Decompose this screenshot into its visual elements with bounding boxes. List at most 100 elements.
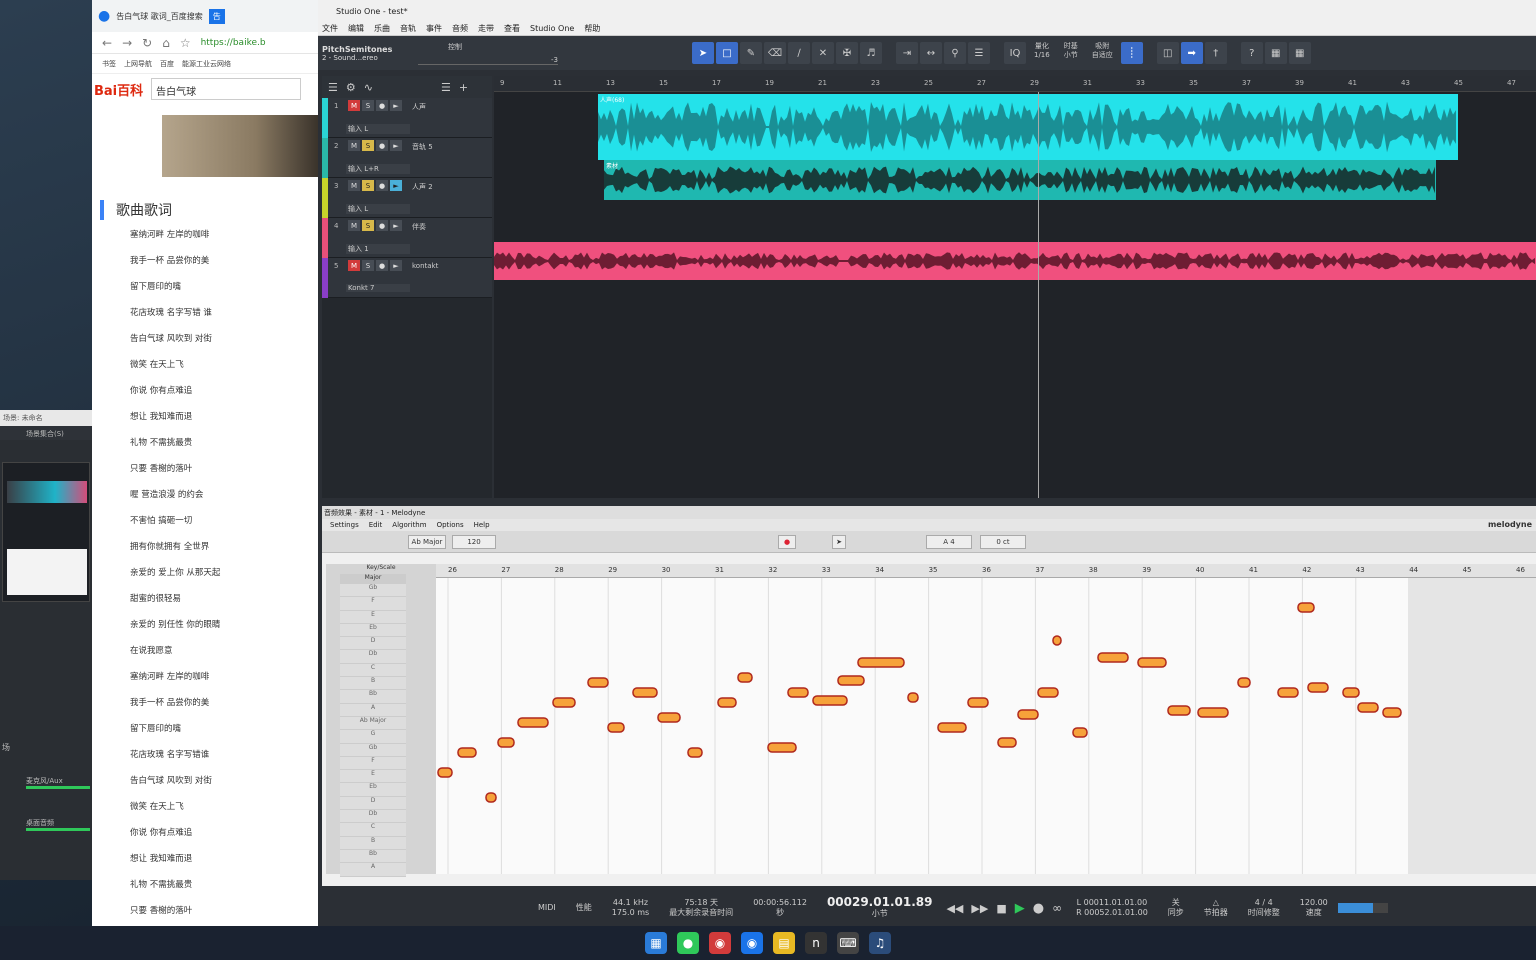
terminal-icon[interactable]: ⌨ xyxy=(837,932,859,954)
note-blob[interactable] xyxy=(687,747,703,758)
position-display[interactable]: 00029.01.01.89 小节 xyxy=(827,896,933,919)
note-blob[interactable] xyxy=(907,692,919,703)
folder-icon[interactable]: ▤ xyxy=(773,932,795,954)
note-blob[interactable] xyxy=(937,722,967,733)
track-header[interactable]: 3 M S ● ► 人声 2 输入 L xyxy=(322,178,492,218)
forward-icon[interactable]: ▶▶ xyxy=(971,902,988,915)
browser-icon[interactable]: ◉ xyxy=(741,932,763,954)
list-icon[interactable]: ☰ xyxy=(441,81,451,94)
key-row[interactable]: F xyxy=(340,597,406,611)
forward-icon[interactable]: → xyxy=(122,36,132,50)
note-blob[interactable] xyxy=(1342,687,1360,698)
stop-icon[interactable]: ■ xyxy=(996,902,1006,915)
monitor-button[interactable]: ► xyxy=(390,260,402,271)
note-blob[interactable] xyxy=(1237,677,1251,688)
bookmark-item[interactable]: 书签 xyxy=(102,59,116,69)
home-icon[interactable]: ⌂ xyxy=(162,36,170,50)
listen-tool-icon[interactable]: ♬ xyxy=(860,42,882,64)
record-arm-button[interactable]: ● xyxy=(376,220,388,231)
note-blob[interactable] xyxy=(967,697,989,708)
paint-tool-icon[interactable]: ∕ xyxy=(788,42,810,64)
baike-search-input[interactable]: 告白气球 xyxy=(151,78,302,100)
key-row[interactable]: A xyxy=(340,863,406,877)
star-icon[interactable]: ☆ xyxy=(180,36,191,50)
track-input[interactable]: Konkt 7 xyxy=(346,284,410,292)
note-blob[interactable] xyxy=(437,767,453,778)
track-header[interactable]: 1 M S ● ► 人声 输入 L xyxy=(322,98,492,138)
arrange-ruler[interactable]: 9 11 13 15 17 19 21 23 25 27 29 31 33 35 37 39 41 43 45 47 xyxy=(494,76,1536,92)
tempo-display[interactable]: 120.00 速度 xyxy=(1300,898,1328,918)
s1-menu-item[interactable]: 查看 xyxy=(504,23,520,34)
s1-menu-item[interactable]: 音轨 xyxy=(400,23,416,34)
url-field[interactable]: https://baike.b xyxy=(201,38,266,48)
note-blob[interactable] xyxy=(497,737,515,748)
clip-material[interactable]: 素材 xyxy=(604,160,1436,200)
mute-button[interactable]: M xyxy=(348,100,360,111)
note-blob[interactable] xyxy=(485,792,497,803)
mute-tool-icon[interactable]: ✕ xyxy=(812,42,834,64)
sync-display[interactable]: 关同步 xyxy=(1168,898,1184,918)
key-row[interactable]: Ab Major xyxy=(340,716,406,731)
arrow-tool-icon[interactable]: ➤ xyxy=(692,42,714,64)
monitor-button[interactable]: ► xyxy=(390,180,402,191)
back-icon[interactable]: ← xyxy=(102,36,112,50)
note-blob[interactable] xyxy=(1382,707,1402,718)
monitor-button[interactable]: ► xyxy=(390,220,402,231)
record-icon[interactable]: ● xyxy=(1033,901,1044,916)
snap-toggle-icon[interactable]: ┊ xyxy=(1120,42,1143,64)
mute-button[interactable]: M xyxy=(348,180,360,191)
rewind-icon[interactable]: ◀◀ xyxy=(946,902,963,915)
record-arm-button[interactable]: ● xyxy=(376,100,388,111)
s1-menu-item[interactable]: 事件 xyxy=(426,23,442,34)
note-blob[interactable] xyxy=(737,672,753,683)
note-blob[interactable] xyxy=(657,712,681,723)
key-row[interactable]: G xyxy=(340,730,406,744)
note-blob[interactable] xyxy=(787,687,809,698)
track-name[interactable]: 人声 2 xyxy=(412,182,433,192)
pitch-tool-icon[interactable]: ● xyxy=(778,535,796,549)
note-blob[interactable] xyxy=(857,657,905,668)
iq-button[interactable]: IQ xyxy=(1004,42,1026,64)
cursor-follow-icon[interactable]: † xyxy=(1204,42,1227,64)
reload-icon[interactable]: ↻ xyxy=(142,36,152,50)
bookmark-item[interactable]: 上网导航 xyxy=(124,59,152,69)
mute-button[interactable]: M xyxy=(348,140,360,151)
clip-vocal[interactable]: 人声(68) xyxy=(598,94,1458,160)
note-blob[interactable] xyxy=(1307,682,1329,693)
automation-icon[interactable]: ∿ xyxy=(364,81,373,94)
time-signature[interactable]: 4 / 4 时间修整 xyxy=(1248,898,1280,918)
track-input[interactable]: 输入 L xyxy=(346,204,410,214)
main-tool-icon[interactable]: ➤ xyxy=(832,535,846,549)
s1-menu-item[interactable]: 编辑 xyxy=(348,23,364,34)
s1-menu-item[interactable]: 帮助 xyxy=(584,23,600,34)
key-row[interactable]: Db xyxy=(340,810,406,824)
key-row[interactable]: C xyxy=(340,823,406,837)
track-name[interactable]: 人声 xyxy=(412,102,426,112)
range-tool-icon[interactable]: □ xyxy=(716,42,738,64)
monitor-button[interactable]: ► xyxy=(390,100,402,111)
wechat-icon[interactable]: ● xyxy=(677,932,699,954)
melodyne-note-grid[interactable] xyxy=(436,578,1536,874)
key-select[interactable]: Ab Major xyxy=(408,535,446,549)
note-blob[interactable] xyxy=(997,737,1017,748)
mute-button[interactable]: M xyxy=(348,260,360,271)
metronome[interactable]: △ 节拍器 xyxy=(1204,898,1228,918)
zoom-icon[interactable]: ⚲ xyxy=(944,42,966,64)
record-arm-button[interactable]: ● xyxy=(376,180,388,191)
chrome-icon[interactable]: ◉ xyxy=(709,932,731,954)
mute-button[interactable]: M xyxy=(348,220,360,231)
stretch-icon[interactable]: ↔ xyxy=(920,42,942,64)
note-blob[interactable] xyxy=(717,697,737,708)
pencil-tool-icon[interactable]: ✎ xyxy=(740,42,762,64)
note-field[interactable]: A 4 xyxy=(926,535,972,549)
track-input[interactable]: 输入 L+R xyxy=(346,164,410,174)
monitor-button[interactable]: ► xyxy=(390,140,402,151)
note-blob[interactable] xyxy=(1357,702,1379,713)
melodyne-ruler[interactable]: 26 27 28 29 30 31 32 33 34 35 36 37 38 39 40 41 42 43 44 45… xyxy=(436,564,1536,578)
baike-logo[interactable]: Bai百科 xyxy=(92,80,143,99)
track-header[interactable]: 5 M S ● ► kontakt Konkt 7 xyxy=(322,258,492,298)
arrange-lanes[interactable]: 人声(68) 素材 xyxy=(494,92,1536,498)
key-row[interactable]: Db xyxy=(340,650,406,664)
key-row[interactable]: Bb xyxy=(340,849,406,864)
record-arm-button[interactable]: ● xyxy=(376,260,388,271)
